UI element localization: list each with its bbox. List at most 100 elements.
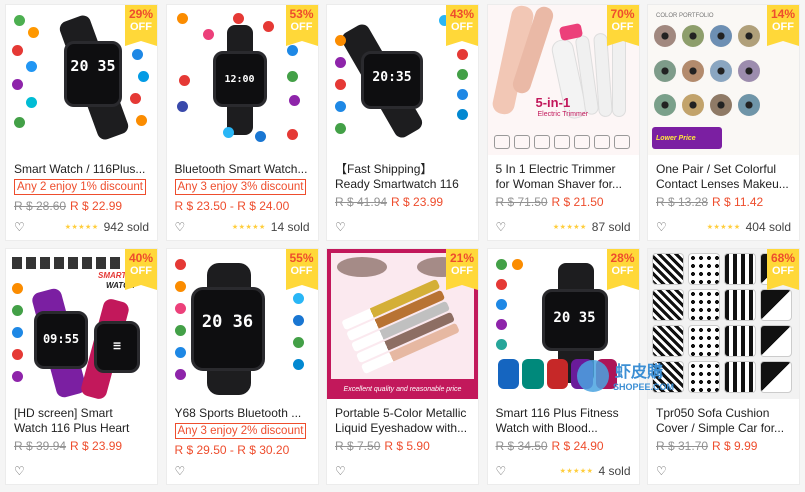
lens-swatch	[738, 25, 760, 47]
product-title: 【Fast Shipping】 Ready Smartwatch 116 Plu…	[335, 162, 459, 191]
cushion-tile	[652, 325, 684, 357]
rating-stars: ★★★★★	[552, 224, 587, 231]
price-row: R $ 31.70 R $ 9.99	[656, 439, 791, 454]
sold-count: 87 sold	[591, 220, 631, 234]
lens-swatch	[654, 59, 676, 82]
cushion-tile	[652, 361, 684, 393]
promo-label: Any 2 enjoy 1% discount	[14, 179, 146, 195]
cushion-tile	[652, 253, 684, 285]
heart-outline-icon[interactable]: ♡	[14, 465, 26, 477]
product-image: SMART WATCH 09:55 ☰ 40% OFF	[6, 249, 157, 399]
price-row: R $ 28.60 R $ 22.99	[14, 199, 149, 214]
sale-price: R $ 21.50	[551, 195, 604, 209]
product-card[interactable]: 20 35 29% OFF Smart Watch / 116Plus... An…	[6, 5, 157, 240]
rating-stars: ★★★★★	[559, 468, 594, 475]
cushion-tile	[724, 361, 756, 393]
heart-outline-icon[interactable]: ♡	[175, 465, 187, 477]
product-image: 20 35 29% OFF	[6, 5, 157, 155]
price-row: R $ 23.50 - R $ 24.00	[175, 199, 310, 214]
price-row: R $ 7.50 R $ 5.90	[335, 439, 470, 454]
original-price: R $ 39.94	[14, 439, 67, 453]
lens-swatch	[682, 94, 704, 117]
sale-price: R $ 5.90	[384, 439, 430, 453]
original-price: R $ 31.70	[656, 439, 709, 453]
price-row: R $ 34.50 R $ 24.90	[496, 439, 631, 454]
product-card[interactable]: Excellent quality and reasonable price 2…	[327, 249, 478, 484]
original-price: R $ 71.50	[495, 195, 548, 209]
cushion-tile	[688, 325, 720, 357]
product-title: One Pair / Set Colorful Contact Lenses M…	[656, 162, 789, 191]
price-row: R $ 29.50 - R $ 30.20	[175, 443, 310, 458]
product-title: Y68 Sports Bluetooth ...	[174, 406, 302, 420]
price-row: R $ 71.50 R $ 21.50	[496, 195, 631, 210]
heart-outline-icon[interactable]: ♡	[14, 221, 26, 233]
product-card[interactable]: 20 35 28% OFF Smart 116 Plus Fitness Watc…	[487, 249, 639, 484]
product-card[interactable]: SMART WATCH 09:55 ☰ 40% OFF [HD screen] S…	[6, 249, 157, 484]
price-row: R $ 13.28 R $ 11.42	[656, 195, 791, 210]
heart-outline-icon[interactable]: ♡	[656, 221, 668, 233]
sale-price: R $ 9.99	[712, 439, 758, 453]
cushion-tile	[652, 289, 684, 321]
original-price: R $ 41.94	[335, 195, 388, 209]
sale-price: R $ 11.42	[712, 195, 764, 209]
sale-price: R $ 23.50 - R $ 24.00	[174, 199, 290, 213]
lens-swatch	[682, 25, 704, 47]
lens-swatch	[710, 59, 732, 82]
heart-outline-icon[interactable]: ♡	[175, 221, 187, 233]
discount-badge: 29% OFF	[125, 5, 157, 46]
product-title: Bluetooth Smart Watch...	[174, 162, 308, 176]
product-image: COLOR PORTFOLIO Lower Price 14% OFF	[648, 5, 799, 155]
sale-price: R $ 23.99	[70, 439, 123, 453]
sale-price: R $ 24.90	[551, 439, 604, 453]
product-card[interactable]: 68% OFF Tpr050 Sofa Cushion Cover / Simpl…	[648, 249, 799, 484]
promo-label: Any 3 enjoy 2% discount	[174, 423, 307, 439]
product-card[interactable]: 12:00 53% OFF Bluetooth Smart Watch... An…	[166, 5, 318, 240]
rating-stars: ★★★★★	[231, 224, 266, 231]
sold-count: 14 sold	[270, 220, 310, 234]
product-title: Smart Watch / 116Plus...	[14, 162, 146, 176]
discount-badge: 70% OFF	[606, 5, 639, 46]
heart-outline-icon[interactable]: ♡	[335, 221, 347, 233]
rating-stars: ★★★★★	[706, 224, 741, 231]
product-card[interactable]: COLOR PORTFOLIO Lower Price 14% OFF One P…	[648, 5, 799, 240]
cushion-tile	[688, 289, 720, 321]
product-title: Tpr050 Sofa Cushion Cover / Simple Car f…	[656, 406, 785, 435]
cushion-tile	[688, 253, 720, 285]
product-title: [HD screen] Smart Watch 116 Plus Heart R…	[14, 406, 130, 435]
lens-swatch	[682, 59, 704, 82]
product-image: Excellent quality and reasonable price 2…	[327, 249, 478, 399]
price-row: R $ 41.94 R $ 23.99	[335, 195, 470, 210]
sale-price: R $ 22.99	[70, 199, 123, 213]
sold-count: 4 sold	[598, 464, 631, 478]
product-card[interactable]: 20:35 43% OFF 【Fast Shipping】 Ready Smart…	[327, 5, 478, 240]
product-title: Smart 116 Plus Fitness Watch with Blood.…	[495, 406, 619, 435]
heart-outline-icon[interactable]: ♡	[656, 465, 668, 477]
lens-swatch	[654, 25, 676, 47]
lens-swatch	[710, 25, 732, 47]
product-image: 20:35 43% OFF	[327, 5, 478, 155]
original-price: R $ 13.28	[656, 195, 709, 209]
product-image: 20 35 28% OFF	[487, 249, 639, 399]
discount-badge: 21% OFF	[446, 249, 478, 290]
product-grid: 20 35 29% OFF Smart Watch / 116Plus... An…	[6, 5, 799, 484]
discount-badge: 14% OFF	[767, 5, 799, 46]
product-image: 68% OFF	[648, 249, 799, 399]
original-price: R $ 28.60	[14, 199, 67, 213]
product-card[interactable]: 5-in-1 Electric Trimmer 70% OFF 5 In 1 El…	[487, 5, 639, 240]
product-image: 20 36 55% OFF	[166, 249, 318, 399]
cushion-tile	[724, 253, 756, 285]
cushion-tile	[724, 325, 756, 357]
discount-badge: 40% OFF	[125, 249, 157, 290]
lens-swatch	[738, 59, 760, 82]
heart-outline-icon[interactable]: ♡	[335, 465, 347, 477]
heart-outline-icon[interactable]: ♡	[496, 465, 508, 477]
product-image: 12:00 53% OFF	[166, 5, 318, 155]
discount-badge: 43% OFF	[446, 5, 478, 46]
lens-swatch	[738, 94, 760, 117]
product-card[interactable]: 20 36 55% OFF Y68 Sports Bluetooth ... An…	[166, 249, 318, 484]
sale-price: R $ 23.99	[391, 195, 444, 209]
discount-badge: 68% OFF	[767, 249, 799, 290]
heart-outline-icon[interactable]: ♡	[496, 221, 508, 233]
discount-badge: 28% OFF	[606, 249, 639, 290]
original-price: R $ 7.50	[335, 439, 381, 453]
